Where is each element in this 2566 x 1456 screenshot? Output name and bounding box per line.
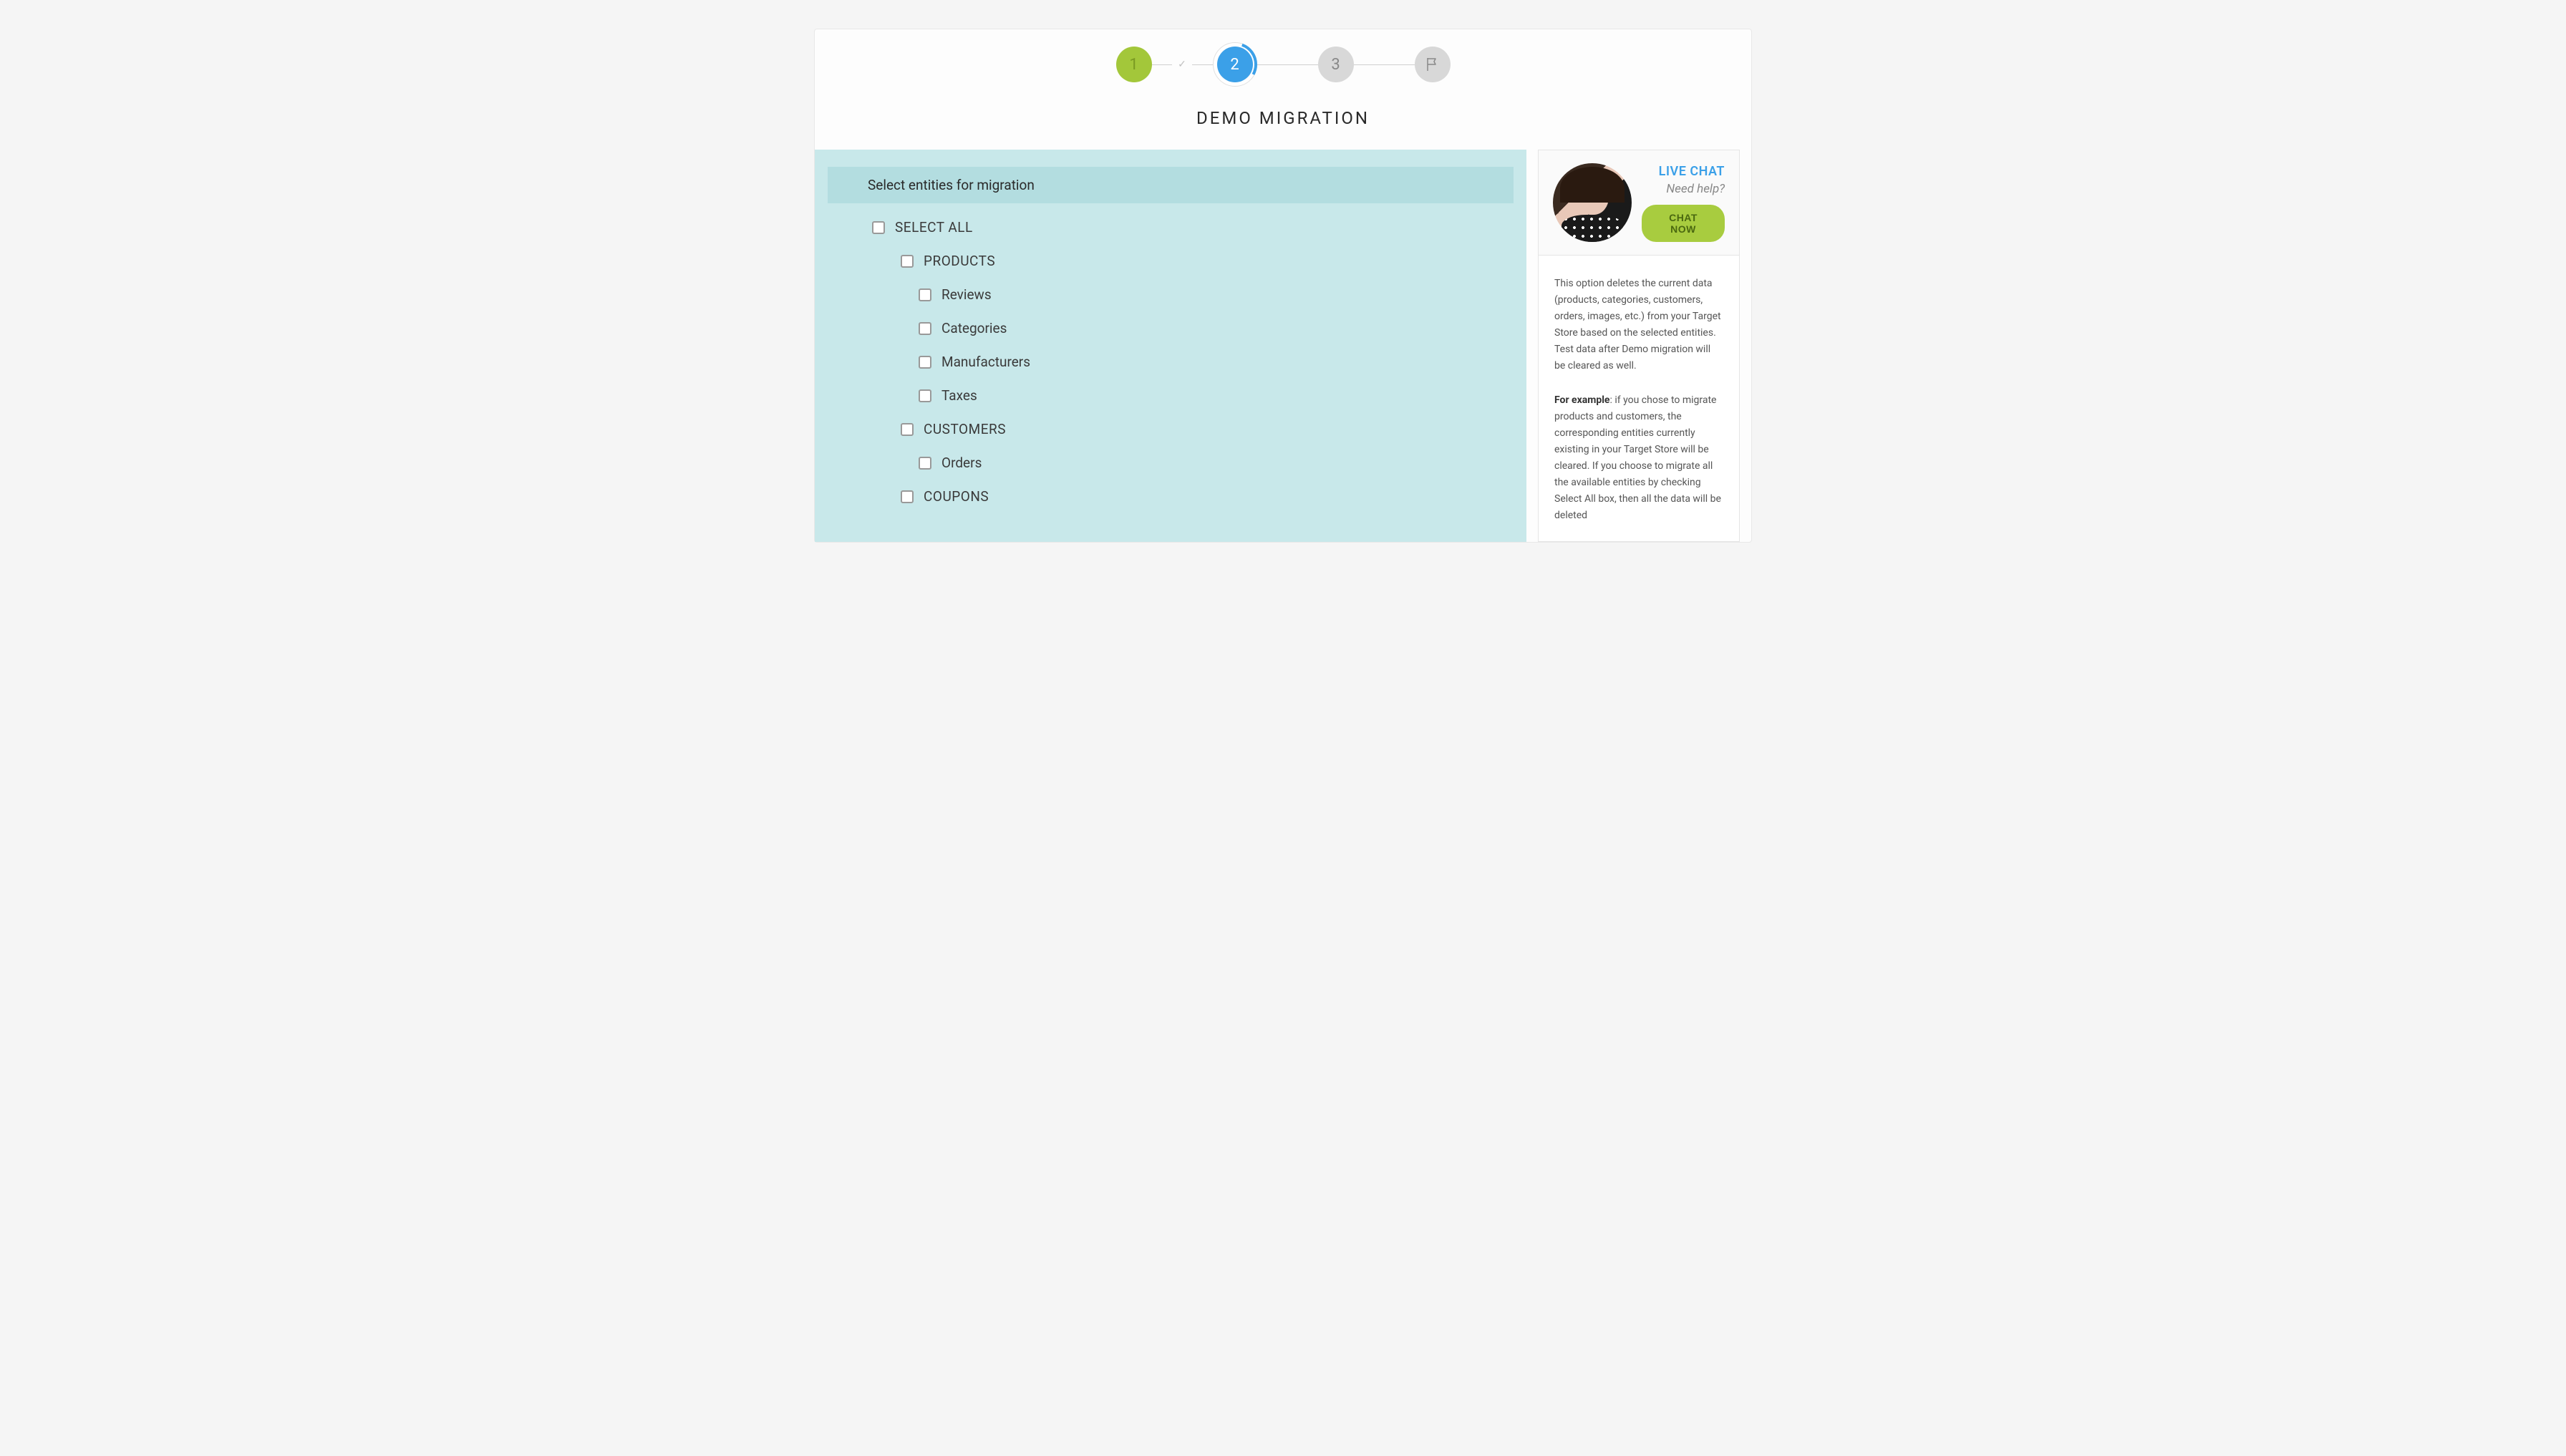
entity-products[interactable]: PRODUCTS — [872, 253, 1514, 269]
step-connector-1: ✓ — [1152, 59, 1213, 70]
entity-label: PRODUCTS — [924, 253, 995, 269]
entity-label: SELECT ALL — [895, 219, 973, 236]
entity-categories[interactable]: Categories — [872, 320, 1514, 336]
checkbox-select-all[interactable] — [872, 221, 885, 234]
entity-coupons[interactable]: COUPONS — [872, 488, 1514, 505]
chat-info: LIVE CHAT Need help? CHAT NOW — [1642, 164, 1725, 242]
section-header: Select entities for migration — [828, 167, 1514, 203]
content-wrapper: Select entities for migration SELECT ALL… — [815, 150, 1751, 542]
step-finish[interactable] — [1415, 47, 1451, 82]
entity-label: Taxes — [941, 387, 977, 404]
entity-list: SELECT ALL PRODUCTS Reviews Categories M… — [828, 219, 1514, 505]
info-paragraph-1: This option deletes the current data (pr… — [1554, 276, 1723, 375]
info-bold: For example — [1554, 394, 1610, 406]
info-card: This option deletes the current data (pr… — [1538, 256, 1740, 542]
entity-select-all[interactable]: SELECT ALL — [872, 219, 1514, 236]
live-chat-card: LIVE CHAT Need help? CHAT NOW — [1538, 150, 1740, 256]
entities-panel: Select entities for migration SELECT ALL… — [815, 150, 1526, 542]
flag-icon — [1424, 56, 1441, 73]
checkbox-reviews[interactable] — [919, 288, 931, 301]
page-title: DEMO MIGRATION — [815, 108, 1751, 150]
main-container: 1 ✓ 2 3 DEMO MIGRATION Select enti — [814, 29, 1752, 543]
chat-now-button[interactable]: CHAT NOW — [1642, 205, 1725, 242]
check-icon: ✓ — [1172, 59, 1192, 70]
checkbox-orders[interactable] — [919, 457, 931, 470]
progress-stepper: 1 ✓ 2 3 — [815, 42, 1751, 108]
sidebar-panel: LIVE CHAT Need help? CHAT NOW This optio… — [1538, 150, 1751, 542]
step-3[interactable]: 3 — [1318, 47, 1354, 82]
checkbox-products[interactable] — [901, 255, 914, 268]
chat-subtitle: Need help? — [1666, 182, 1725, 196]
entity-label: CUSTOMERS — [924, 421, 1006, 437]
checkbox-customers[interactable] — [901, 423, 914, 436]
entity-label: Reviews — [941, 286, 992, 303]
step-connector-3 — [1354, 64, 1415, 65]
checkbox-manufacturers[interactable] — [919, 356, 931, 369]
step-connector-2 — [1257, 64, 1318, 65]
entity-label: Categories — [941, 320, 1007, 336]
step-2[interactable]: 2 — [1217, 47, 1253, 82]
entity-label: Manufacturers — [941, 354, 1030, 370]
checkbox-categories[interactable] — [919, 322, 931, 335]
step-1[interactable]: 1 — [1116, 47, 1152, 82]
chat-title: LIVE CHAT — [1659, 164, 1725, 179]
checkbox-taxes[interactable] — [919, 389, 931, 402]
entity-customers[interactable]: CUSTOMERS — [872, 421, 1514, 437]
entity-taxes[interactable]: Taxes — [872, 387, 1514, 404]
avatar — [1553, 163, 1632, 242]
step-2-wrapper: 2 — [1213, 42, 1257, 87]
entity-label: COUPONS — [924, 488, 989, 505]
info-rest: : if you chose to migrate products and c… — [1554, 394, 1721, 522]
entity-reviews[interactable]: Reviews — [872, 286, 1514, 303]
info-paragraph-2: For example: if you chose to migrate pro… — [1554, 392, 1723, 525]
entity-manufacturers[interactable]: Manufacturers — [872, 354, 1514, 370]
checkbox-coupons[interactable] — [901, 490, 914, 503]
entity-orders[interactable]: Orders — [872, 455, 1514, 471]
entity-label: Orders — [941, 455, 982, 471]
